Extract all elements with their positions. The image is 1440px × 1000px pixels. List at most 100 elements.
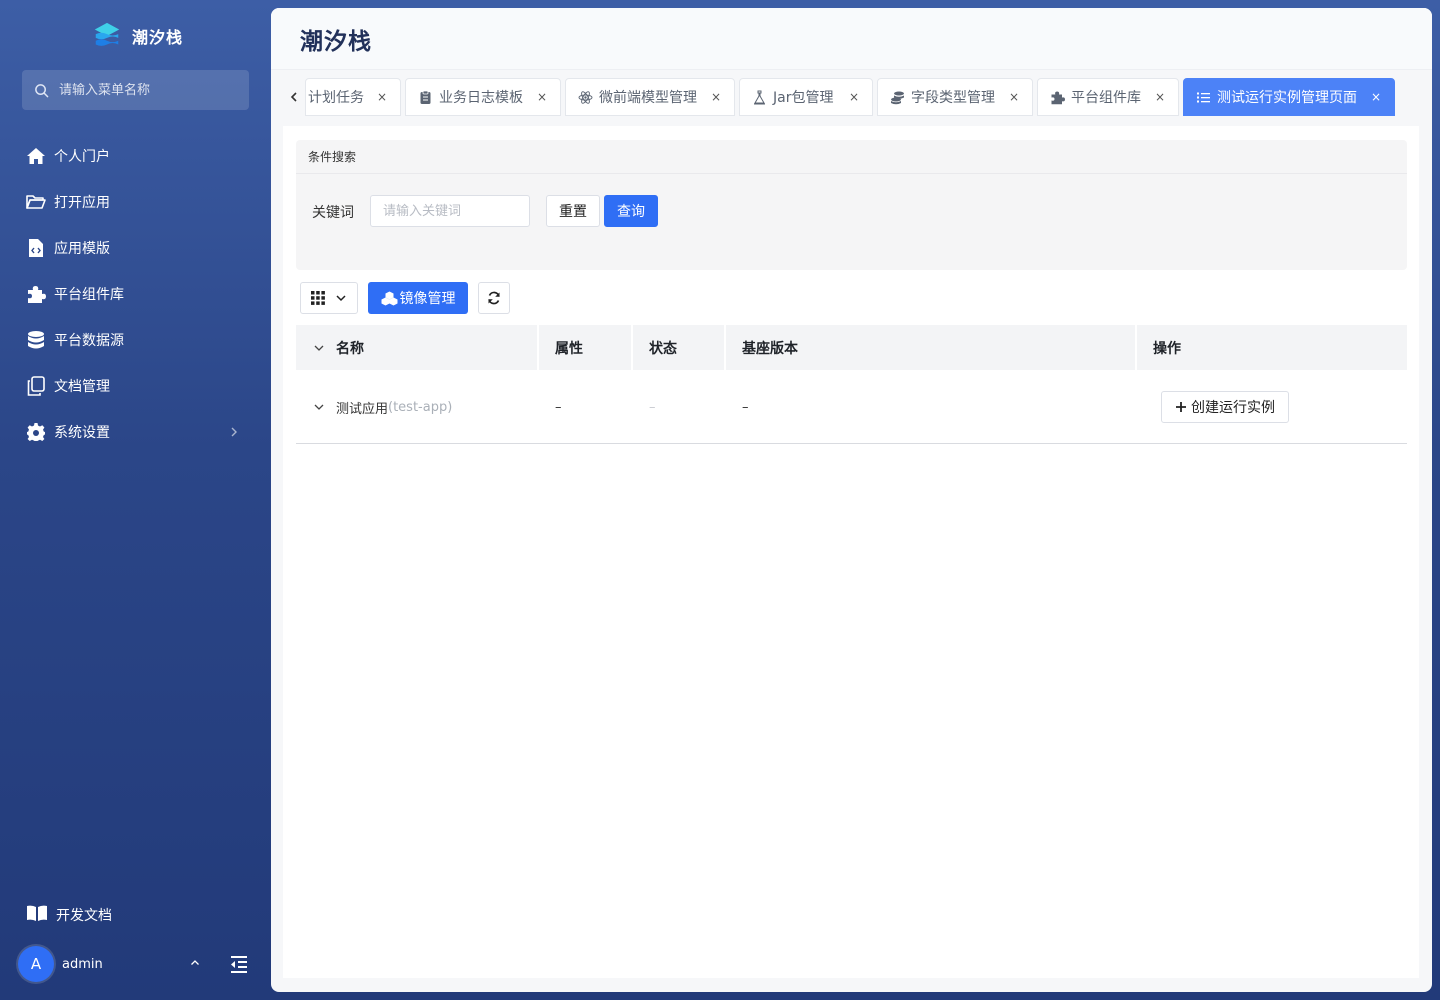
- tab-close-button[interactable]: ×: [376, 90, 388, 104]
- search-panel: 条件搜索 关键词 重置 查询: [296, 140, 1407, 270]
- list-icon: [1196, 90, 1211, 105]
- cell-actions: 创建运行实例: [1137, 370, 1407, 444]
- create-run-instance-button[interactable]: 创建运行实例: [1161, 391, 1289, 423]
- keyword-label: 关键词: [312, 205, 354, 221]
- tab-close-button[interactable]: ×: [536, 90, 548, 104]
- menu-search-input[interactable]: [59, 82, 239, 98]
- tab-micro-frontend-model[interactable]: 微前端模型管理 ×: [565, 78, 735, 116]
- sidebar-item-portal[interactable]: 个人门户: [0, 133, 271, 179]
- tab-label: 微前端模型管理: [599, 90, 697, 106]
- chevron-left-icon: [290, 92, 297, 102]
- brand[interactable]: 潮汐栈: [92, 20, 183, 52]
- menu-search[interactable]: [22, 70, 249, 110]
- sidebar-item-dev-docs[interactable]: 开发文档: [26, 904, 112, 926]
- sidebar-item-open-app[interactable]: 打开应用: [0, 179, 271, 225]
- search-panel-title: 条件搜索: [296, 140, 1407, 174]
- column-settings-dropdown[interactable]: [300, 282, 358, 314]
- tab-platform-component-lib[interactable]: 平台组件库 ×: [1037, 78, 1179, 116]
- tab-label: 计划任务: [308, 90, 364, 106]
- avatar[interactable]: A: [18, 946, 54, 982]
- database-icon: [26, 330, 46, 350]
- app-name: 测试应用: [336, 401, 389, 417]
- tab-bar: 计划任务 × 业务日志模板 × 微前端模型管理 × Jar包管理 × 字段类型管…: [283, 78, 1421, 116]
- sidebar-item-label: 平台数据源: [54, 333, 124, 349]
- cell-base-version: –: [742, 399, 749, 415]
- tide-logo-icon: [94, 22, 120, 46]
- book-open-icon: [26, 904, 48, 926]
- copy-icon: [26, 376, 46, 396]
- tab-label: 测试运行实例管理页面: [1217, 90, 1357, 106]
- column-header-name: 名称: [296, 325, 539, 370]
- tab-label: 字段类型管理: [911, 90, 995, 106]
- sidebar-item-datasource[interactable]: 平台数据源: [0, 317, 271, 363]
- sidebar-item-label: 打开应用: [54, 195, 110, 211]
- refresh-icon: [488, 291, 500, 305]
- sidebar-item-label: 平台组件库: [54, 287, 124, 303]
- app-code: (test-app): [388, 399, 453, 415]
- reset-button[interactable]: 重置: [546, 195, 600, 227]
- flask-icon: [752, 90, 767, 105]
- user-menu[interactable]: A admin: [18, 946, 258, 982]
- sidebar-item-docs[interactable]: 文档管理: [0, 363, 271, 409]
- collapse-sidebar-icon[interactable]: [228, 953, 250, 975]
- tab-test-run-instance[interactable]: 测试运行实例管理页面 ×: [1183, 78, 1395, 116]
- tab-close-button[interactable]: ×: [1154, 90, 1166, 104]
- create-run-instance-label: 创建运行实例: [1191, 400, 1275, 416]
- sidebar-item-label: 个人门户: [54, 149, 110, 165]
- brand-name: 潮汐栈: [132, 28, 184, 47]
- sidebar: 潮汐栈 个人门户 打开应用 应用模版: [0, 0, 271, 1000]
- folder-open-icon: [26, 192, 46, 212]
- atom-icon: [578, 90, 593, 105]
- expand-all-icon[interactable]: [312, 341, 326, 355]
- table-row: 测试应用 (test-app) – – – 创建运行实例: [296, 370, 1407, 444]
- tab-scroll-left-button[interactable]: [283, 78, 305, 116]
- user-name: admin: [62, 956, 103, 972]
- chevron-up-icon[interactable]: [188, 956, 202, 970]
- tab-close-button[interactable]: ×: [1008, 90, 1020, 104]
- search-icon: [35, 83, 49, 97]
- refresh-button[interactable]: [478, 282, 510, 314]
- sidebar-item-label: 应用模版: [54, 241, 110, 257]
- column-header-status: 状态: [633, 325, 726, 370]
- sidebar-item-label: 开发文档: [56, 908, 112, 924]
- tab-label: 平台组件库: [1071, 90, 1141, 106]
- column-header-attr: 属性: [539, 325, 633, 370]
- home-icon: [26, 146, 46, 166]
- chevron-right-icon: [231, 427, 237, 437]
- cell-status: –: [649, 399, 656, 415]
- tab-scheduled-task[interactable]: 计划任务 ×: [305, 78, 401, 116]
- sidebar-item-component-lib[interactable]: 平台组件库: [0, 271, 271, 317]
- mirror-management-label: 镜像管理: [399, 291, 456, 307]
- tab-close-button[interactable]: ×: [1370, 90, 1382, 104]
- gear-icon: [26, 422, 46, 442]
- tab-label: 业务日志模板: [439, 90, 523, 106]
- table-header: 名称 属性 状态 基座版本 操作: [296, 325, 1407, 370]
- keyword-input[interactable]: [370, 195, 530, 227]
- sidebar-nav: 个人门户 打开应用 应用模版 平台组件库 平台数据源 文档管理 系统设置: [0, 133, 271, 455]
- main-header: 潮汐栈: [271, 8, 1432, 70]
- sidebar-item-label: 系统设置: [54, 425, 110, 441]
- file-code-icon: [26, 238, 46, 258]
- tab-field-type-management[interactable]: 字段类型管理 ×: [877, 78, 1033, 116]
- tab-business-log-template[interactable]: 业务日志模板 ×: [405, 78, 561, 116]
- query-button[interactable]: 查询: [604, 195, 658, 227]
- grid-icon: [311, 291, 325, 305]
- tab-label: Jar包管理: [773, 90, 834, 106]
- tab-close-button[interactable]: ×: [848, 90, 860, 104]
- page-title: 潮汐栈: [300, 28, 372, 55]
- mirror-management-button[interactable]: 镜像管理: [368, 282, 468, 314]
- row-expand-icon[interactable]: [312, 400, 326, 414]
- column-header-base-version: 基座版本: [726, 325, 1137, 370]
- sidebar-item-label: 文档管理: [54, 379, 110, 395]
- plus-icon: [1176, 402, 1186, 412]
- puzzle-icon: [26, 284, 46, 304]
- tab-jar-management[interactable]: Jar包管理 ×: [739, 78, 873, 116]
- cell-name: 测试应用 (test-app): [296, 370, 539, 444]
- instance-table: 名称 属性 状态 基座版本 操作 测试应用 (test-app) – – – 创…: [296, 325, 1407, 444]
- sidebar-item-settings[interactable]: 系统设置: [0, 409, 271, 455]
- puzzle-icon: [1050, 90, 1065, 105]
- tab-close-button[interactable]: ×: [710, 90, 722, 104]
- sidebar-item-app-template[interactable]: 应用模版: [0, 225, 271, 271]
- cell-attr: –: [555, 399, 562, 415]
- page-content: 条件搜索 关键词 重置 查询 镜像管理: [283, 126, 1419, 978]
